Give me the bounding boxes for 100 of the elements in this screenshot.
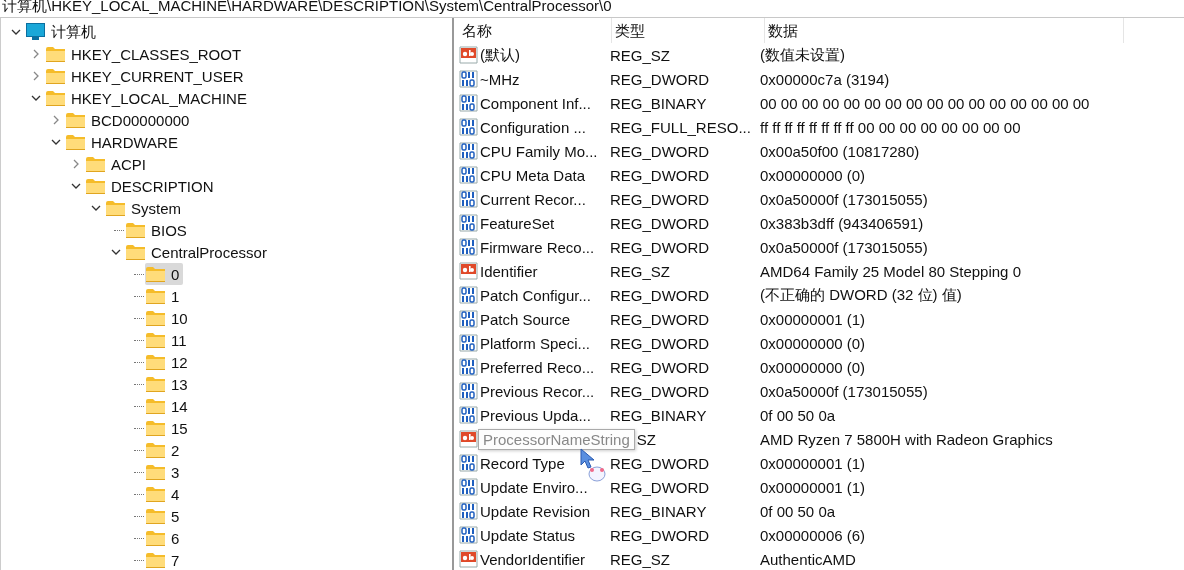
folder-icon: [146, 310, 165, 326]
folder-icon: [146, 442, 165, 458]
binary-value-icon: [459, 238, 478, 256]
table-cell: 0x00000006 (6): [760, 526, 866, 544]
tree-item[interactable]: ACPI: [111, 155, 146, 173]
tree-item[interactable]: 11: [171, 331, 187, 349]
expand-chevron-icon[interactable]: [31, 71, 41, 81]
value-name[interactable]: (默认): [480, 45, 608, 65]
binary-value-icon: [459, 94, 478, 112]
folder-icon: [146, 486, 165, 502]
collapse-chevron-icon[interactable]: [11, 27, 21, 37]
collapse-chevron-icon[interactable]: [51, 137, 61, 147]
tree-item[interactable]: 15: [171, 419, 188, 437]
table-cell-text: REG_DWORD: [609, 310, 711, 328]
expand-chevron-icon[interactable]: [71, 159, 81, 169]
folder-icon: [46, 46, 65, 62]
value-name[interactable]: Component Inf...: [480, 94, 608, 112]
table-cell-text: REG_BINARY: [609, 94, 708, 112]
expand-chevron-icon[interactable]: [51, 115, 61, 125]
value-name[interactable]: Platform Speci...: [480, 334, 608, 352]
table-cell: 0x00000000 (0): [760, 358, 866, 376]
tree-item[interactable]: 10: [171, 309, 188, 327]
tree-item[interactable]: DESCRIPTION: [111, 177, 214, 195]
tree-item[interactable]: 计算机: [51, 22, 96, 42]
value-name[interactable]: Configuration ...: [480, 118, 608, 136]
table-cell: 0x00000c7a (3194): [760, 70, 890, 88]
binary-value-icon: [459, 214, 478, 232]
folder-icon: [146, 552, 165, 568]
tree-item[interactable]: 1: [171, 287, 180, 305]
value-name[interactable]: Previous Upda...: [480, 406, 608, 424]
tree-item[interactable]: 5: [171, 507, 180, 525]
table-cell: 0x383b3dff (943406591): [760, 214, 924, 232]
folder-icon: [46, 68, 65, 84]
table-cell-text: REG_DWORD: [609, 142, 711, 160]
binary-value-icon: [459, 118, 478, 136]
value-name[interactable]: Current Recor...: [480, 190, 608, 208]
table-cell: 0f 00 50 0a: [760, 406, 836, 424]
binary-value-icon: [459, 334, 478, 352]
folder-icon: [146, 530, 165, 546]
table-cell-text: REG_DWORD: [609, 286, 711, 304]
table-cell: ff ff ff ff ff ff ff ff 00 00 00 00 00 00 00 00: [760, 118, 1021, 136]
table-cell: 0x00000001 (1): [760, 310, 866, 328]
column-header[interactable]: 数据: [765, 18, 1124, 43]
tree-item[interactable]: 0: [171, 265, 180, 283]
value-name[interactable]: Update Status: [480, 526, 608, 544]
value-name[interactable]: FeatureSet: [480, 214, 608, 232]
table-cell: AMD Ryzen 7 5800H with Radeon Graphics: [760, 430, 1053, 448]
table-cell: 00 00 00 00 00 00 00 00 00 00 00 00 00 00 00 00: [760, 94, 1090, 112]
tree-item[interactable]: HKEY_CLASSES_ROOT: [71, 45, 242, 63]
tree-item[interactable]: HKEY_CURRENT_USER: [71, 67, 244, 85]
folder-icon: [146, 266, 165, 282]
collapse-chevron-icon[interactable]: [111, 247, 121, 257]
tree-item[interactable]: 12: [171, 353, 188, 371]
tree-item[interactable]: 3: [171, 463, 180, 481]
value-name[interactable]: Preferred Reco...: [480, 358, 608, 376]
binary-value-icon: [459, 526, 478, 544]
tree-item[interactable]: 2: [171, 441, 180, 459]
folder-icon: [146, 398, 165, 414]
value-name[interactable]: Update Revision: [480, 502, 608, 520]
value-name[interactable]: Update Enviro...: [480, 478, 608, 496]
tree-item[interactable]: BCD00000000: [91, 111, 190, 129]
collapse-chevron-icon[interactable]: [31, 93, 41, 103]
value-name[interactable]: CPU Family Mo...: [480, 142, 608, 160]
tree-item[interactable]: CentralProcessor: [151, 243, 267, 261]
column-header[interactable]: 类型: [612, 18, 765, 43]
tree-item[interactable]: 6: [171, 529, 180, 547]
table-cell-text: REG_DWORD: [609, 526, 711, 544]
value-name[interactable]: Patch Configur...: [480, 286, 608, 304]
value-name[interactable]: Identifier: [480, 262, 608, 280]
value-name[interactable]: ~MHz: [480, 70, 608, 88]
expand-chevron-icon[interactable]: [31, 49, 41, 59]
tree-item[interactable]: System: [131, 199, 181, 217]
tree-item[interactable]: 13: [171, 375, 188, 393]
binary-value-icon: [459, 310, 478, 328]
folder-icon: [146, 332, 165, 348]
collapse-chevron-icon[interactable]: [91, 203, 101, 213]
table-cell-text: REG_DWORD: [609, 238, 711, 256]
tree-item[interactable]: HARDWARE: [91, 133, 178, 151]
column-header[interactable]: 名称: [459, 18, 612, 43]
table-cell-text: REG_SZ: [609, 262, 671, 280]
string-value-icon: [459, 46, 478, 64]
tree-item[interactable]: 7: [171, 551, 180, 569]
value-name[interactable]: Patch Source: [480, 310, 608, 328]
folder-icon: [86, 156, 105, 172]
value-name[interactable]: Record Type: [480, 454, 608, 472]
table-cell-text: REG_DWORD: [609, 334, 711, 352]
tree-item[interactable]: BIOS: [151, 221, 187, 239]
table-cell-text: REG_DWORD: [609, 70, 711, 88]
tree-item[interactable]: HKEY_LOCAL_MACHINE: [71, 89, 247, 107]
tree-item[interactable]: 4: [171, 485, 180, 503]
value-name[interactable]: Firmware Reco...: [480, 238, 608, 256]
tree-item[interactable]: 14: [171, 397, 188, 415]
value-name[interactable]: Previous Recor...: [480, 382, 608, 400]
binary-value-icon: [459, 190, 478, 208]
value-name[interactable]: VendorIdentifier: [480, 550, 608, 568]
folder-icon: [86, 178, 105, 194]
table-cell: 0x0a50000f (173015055): [760, 382, 928, 400]
table-cell: 0x00000001 (1): [760, 454, 866, 472]
value-name[interactable]: CPU Meta Data: [480, 166, 608, 184]
collapse-chevron-icon[interactable]: [71, 181, 81, 191]
